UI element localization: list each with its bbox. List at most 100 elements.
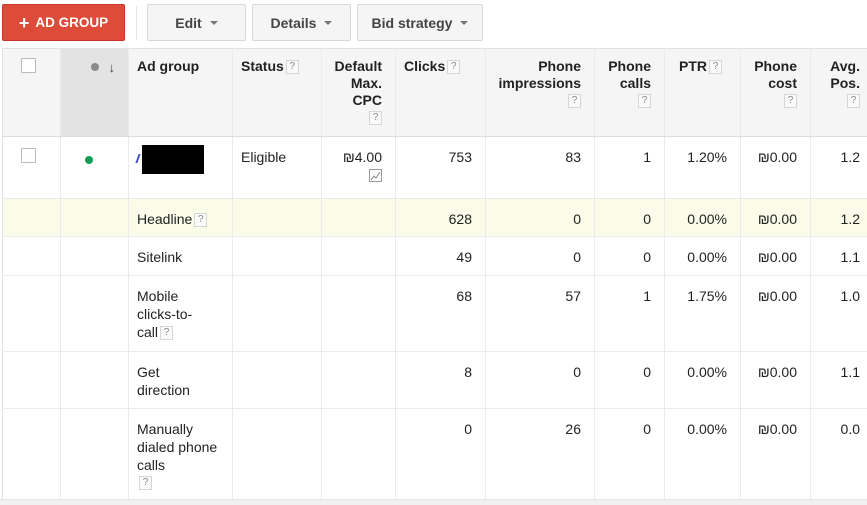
- phone-cost-cell: ₪0.00: [740, 408, 811, 505]
- segment-label-cell: Manually dialed phone calls?: [128, 408, 233, 505]
- segment-label-cell: Headline?: [128, 198, 233, 237]
- ad-group-link[interactable]: [135, 154, 141, 163]
- phone-calls-cell: 1: [594, 136, 665, 199]
- bid-strategy-dropdown-button[interactable]: Bid strategy: [357, 4, 483, 41]
- row-checkbox[interactable]: [21, 148, 36, 163]
- empty-cell: [232, 236, 322, 276]
- sort-down-arrow-icon: ↓: [108, 59, 116, 75]
- status-dot-column-header[interactable]: ↓: [60, 48, 129, 137]
- column-header-label-line: Max.: [350, 75, 382, 91]
- help-icon[interactable]: ?: [285, 60, 299, 75]
- phone-impressions-cell: 0: [485, 198, 595, 237]
- select-all-checkbox[interactable]: [21, 58, 36, 73]
- edit-dropdown-button[interactable]: Edit: [147, 4, 246, 41]
- clicks-cell: 753: [395, 136, 486, 199]
- ad-group-table: ↓ Ad group Status? Default Max. CPC ? Cl…: [2, 48, 867, 505]
- table-row: Headline? 628 0 0 0.00% ₪0.00 1.2: [2, 198, 867, 237]
- column-header-label-line: Avg.: [830, 58, 860, 74]
- table-header-row: ↓ Ad group Status? Default Max. CPC ? Cl…: [2, 48, 867, 137]
- chevron-down-icon: [209, 20, 218, 25]
- phone-calls-cell: 1: [594, 275, 665, 352]
- clicks-cell: 0: [395, 408, 486, 505]
- default-max-cpc-value[interactable]: ₪4.00: [343, 149, 382, 165]
- table-row: Manually dialed phone calls? 0 26 0 0.00…: [2, 408, 867, 505]
- table-footer-edge: [0, 499, 867, 505]
- default-max-cpc-cell: ₪4.00: [321, 136, 396, 199]
- column-header-label-line: impressions: [498, 75, 581, 91]
- empty-cell: [232, 198, 322, 237]
- empty-cell: [60, 408, 129, 505]
- help-icon[interactable]: ?: [194, 213, 208, 228]
- help-icon[interactable]: ?: [568, 94, 581, 108]
- empty-cell: [60, 236, 129, 276]
- plus-icon: +: [18, 12, 30, 33]
- empty-cell: [2, 198, 61, 237]
- clicks-cell: 628: [395, 198, 486, 237]
- phone-calls-cell: 0: [594, 408, 665, 505]
- column-header-label-line: Phone: [754, 58, 797, 74]
- avg-pos-cell: 1.2: [810, 136, 867, 199]
- column-header-status[interactable]: Status?: [232, 48, 322, 137]
- column-header-ptr[interactable]: PTR?: [664, 48, 741, 137]
- phone-calls-cell: 0: [594, 351, 665, 409]
- avg-pos-cell: 1.0: [810, 275, 867, 352]
- empty-cell: [2, 275, 61, 352]
- column-header-avg-pos[interactable]: Avg. Pos. ?: [810, 48, 867, 137]
- table-row: Mobile clicks-to-call? 68 57 1 1.75% ₪0.…: [2, 275, 867, 352]
- help-icon[interactable]: ?: [139, 476, 152, 490]
- details-label: Details: [270, 14, 317, 31]
- segment-label: Headline: [137, 211, 193, 227]
- column-header-label-line: calls: [619, 75, 651, 91]
- phone-cost-cell: ₪0.00: [740, 351, 811, 409]
- phone-cost-cell: ₪0.00: [740, 198, 811, 237]
- empty-cell: [60, 198, 129, 237]
- column-header-label-line: Phone: [608, 58, 651, 74]
- column-header-label-line: Default: [334, 58, 382, 74]
- empty-cell: [321, 236, 396, 276]
- ptr-cell: 1.20%: [664, 136, 741, 199]
- clicks-cell: 49: [395, 236, 486, 276]
- ptr-cell: 0.00%: [664, 351, 741, 409]
- column-header-default-max-cpc[interactable]: Default Max. CPC ?: [321, 48, 396, 137]
- segment-label-cell: Sitelink: [128, 236, 233, 276]
- empty-cell: [2, 408, 61, 505]
- row-status-dot-cell: [60, 136, 129, 199]
- column-header-label-line: Pos.: [830, 75, 860, 91]
- bid-chart-icon[interactable]: [369, 169, 382, 182]
- status-cell: Eligible: [232, 136, 322, 199]
- ad-group-name-cell: [128, 136, 233, 199]
- eligible-status-dot-icon: [85, 156, 93, 164]
- details-dropdown-button[interactable]: Details: [252, 4, 351, 41]
- empty-cell: [321, 351, 396, 409]
- help-icon[interactable]: ?: [709, 60, 722, 75]
- column-header-label: Clicks: [404, 58, 446, 74]
- column-header-clicks[interactable]: Clicks?: [395, 48, 486, 137]
- table-row: Sitelink 49 0 0 0.00% ₪0.00 1.1: [2, 236, 867, 276]
- help-icon[interactable]: ?: [638, 94, 651, 108]
- table-row: Get direction 8 0 0 0.00% ₪0.00 1.1: [2, 351, 867, 409]
- avg-pos-cell: 1.2: [810, 198, 867, 237]
- phone-cost-cell: ₪0.00: [740, 236, 811, 276]
- column-header-label-line: CPC: [352, 92, 382, 108]
- segment-label-cell: Get direction: [128, 351, 233, 409]
- empty-cell: [232, 351, 322, 409]
- segment-label: Get direction: [137, 364, 190, 398]
- help-icon[interactable]: ?: [847, 94, 860, 108]
- column-header-ad-group[interactable]: Ad group: [128, 48, 233, 137]
- toolbar-divider: [136, 6, 137, 40]
- help-icon[interactable]: ?: [447, 60, 461, 75]
- add-ad-group-button[interactable]: + AD GROUP: [2, 4, 125, 41]
- empty-cell: [321, 198, 396, 237]
- segment-label: Manually dialed phone calls: [137, 421, 218, 473]
- help-icon[interactable]: ?: [160, 326, 174, 341]
- phone-cost-cell: ₪0.00: [740, 136, 811, 199]
- status-dot-icon: [90, 63, 99, 72]
- help-icon[interactable]: ?: [784, 94, 797, 108]
- clicks-cell: 68: [395, 275, 486, 352]
- column-header-phone-calls[interactable]: Phone calls ?: [594, 48, 665, 137]
- column-header-phone-impressions[interactable]: Phone impressions ?: [485, 48, 595, 137]
- segment-label-cell: Mobile clicks-to-call?: [128, 275, 233, 352]
- help-icon[interactable]: ?: [369, 111, 382, 125]
- avg-pos-cell: 0.0: [810, 408, 867, 505]
- column-header-phone-cost[interactable]: Phone cost ?: [740, 48, 811, 137]
